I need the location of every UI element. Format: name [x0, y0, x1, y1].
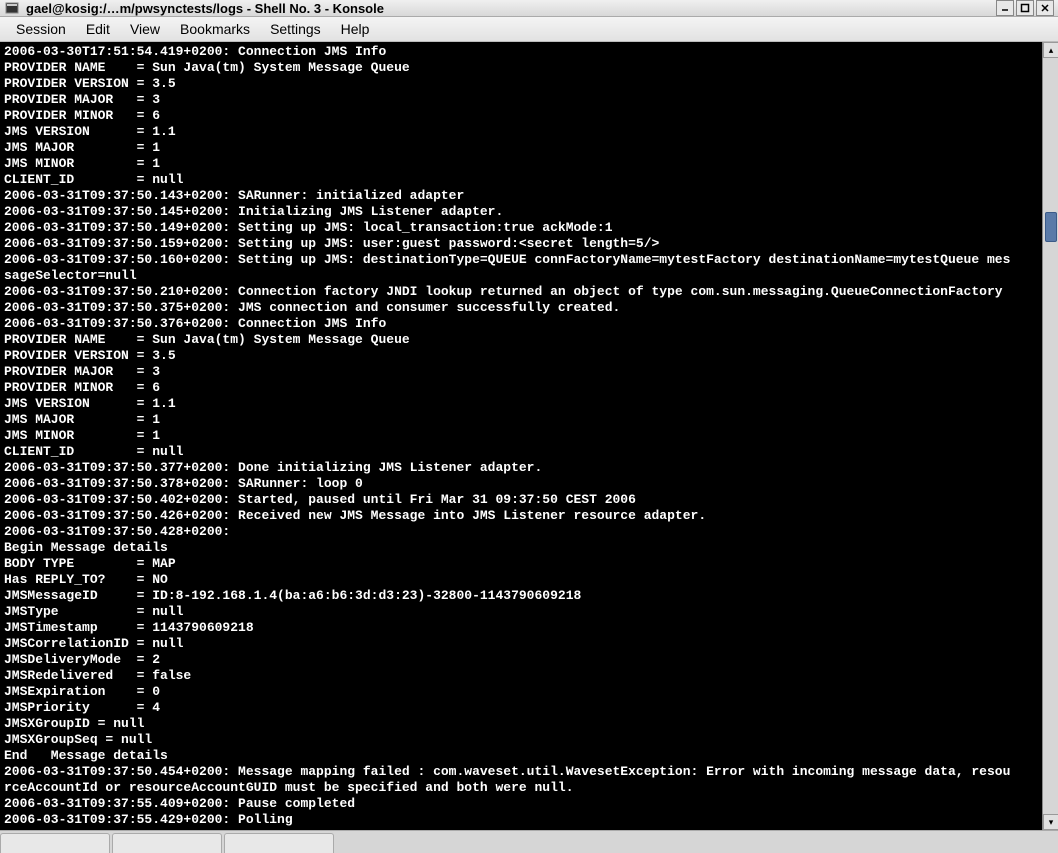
titlebar: gael@kosig:/…m/pwsynctests/logs - Shell … [0, 0, 1058, 17]
tab-1[interactable] [0, 833, 110, 853]
tabbar [0, 830, 1058, 852]
menubar: Session Edit View Bookmarks Settings Hel… [0, 17, 1058, 42]
menu-edit[interactable]: Edit [76, 17, 120, 41]
menu-view[interactable]: View [120, 17, 170, 41]
tab-2[interactable] [112, 833, 222, 853]
scroll-down-button[interactable]: ▾ [1043, 814, 1058, 830]
scroll-up-button[interactable]: ▴ [1043, 42, 1058, 58]
terminal-container: 2006-03-30T17:51:54.419+0200: Connection… [0, 42, 1058, 830]
window-title: gael@kosig:/…m/pwsynctests/logs - Shell … [26, 1, 384, 16]
maximize-button[interactable] [1016, 0, 1034, 16]
scrollbar[interactable]: ▴ ▾ [1042, 42, 1058, 830]
tab-3[interactable] [224, 833, 334, 853]
menu-settings[interactable]: Settings [260, 17, 331, 41]
menu-session[interactable]: Session [6, 17, 76, 41]
scroll-thumb[interactable] [1045, 212, 1057, 242]
menu-help[interactable]: Help [331, 17, 380, 41]
close-button[interactable] [1036, 0, 1054, 16]
minimize-button[interactable] [996, 0, 1014, 16]
menu-bookmarks[interactable]: Bookmarks [170, 17, 260, 41]
app-icon [4, 0, 20, 16]
terminal-output[interactable]: 2006-03-30T17:51:54.419+0200: Connection… [0, 42, 1042, 830]
